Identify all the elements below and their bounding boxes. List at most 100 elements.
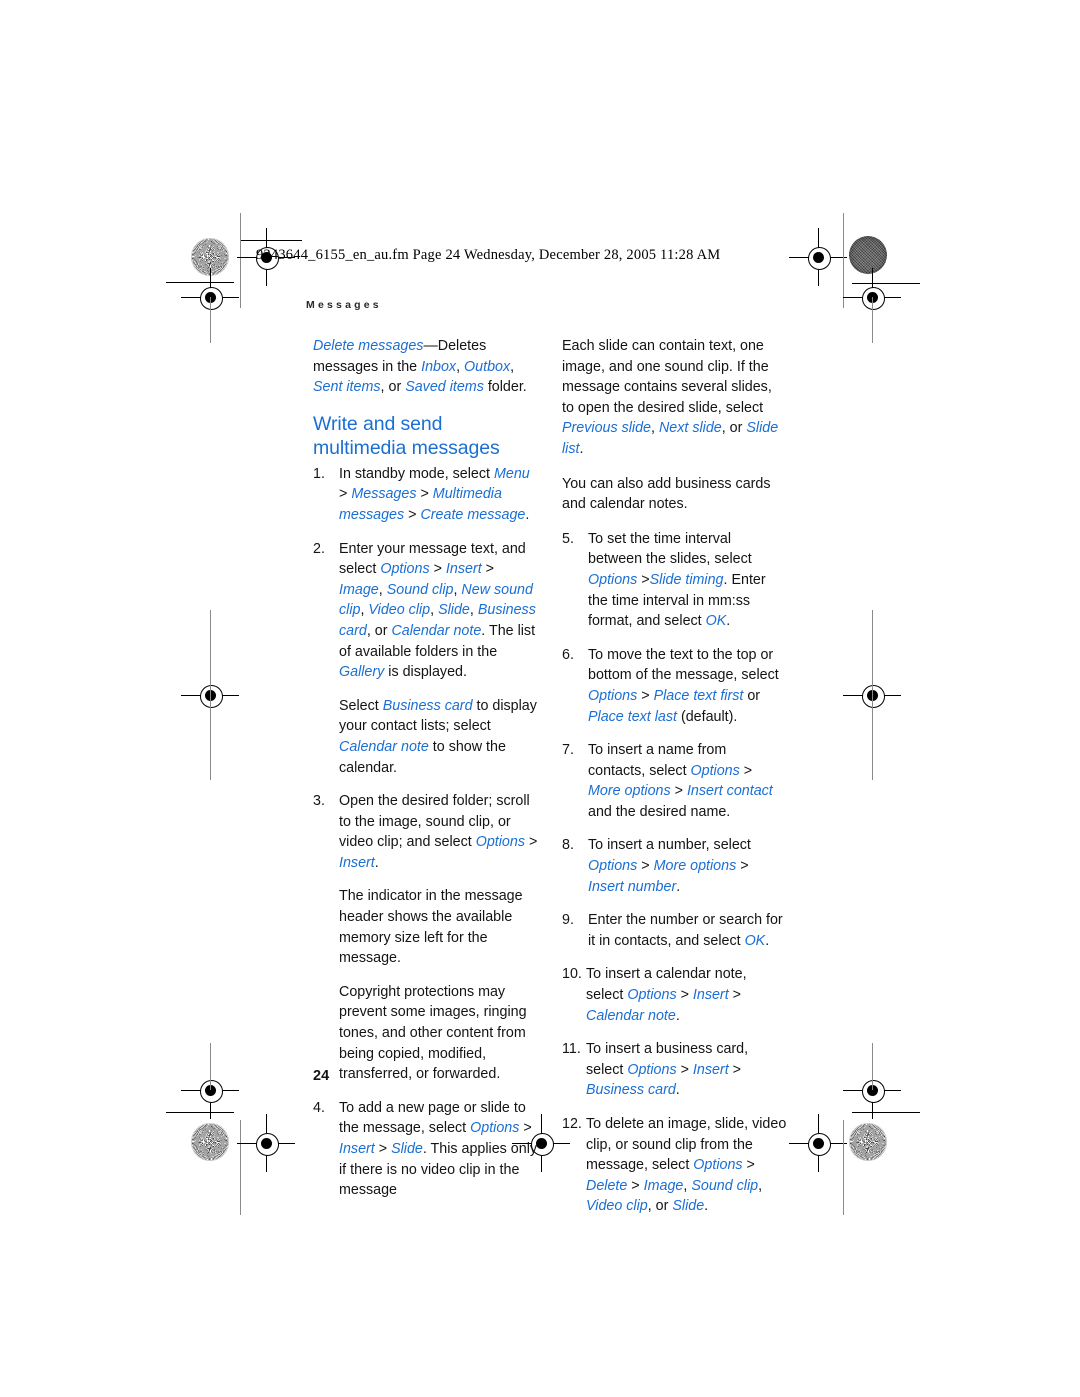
step-item: 5. To set the time interval between the s…: [562, 529, 787, 632]
step-sub-paragraph: Select Business card to display your con…: [339, 696, 538, 778]
right-step7-ui-term-5: Image: [643, 1177, 684, 1194]
right-step1-text-4: or: [743, 687, 761, 704]
step-item: 2. Enter your message text, and select Op…: [313, 539, 538, 779]
registration-mark-right-upper: [843, 268, 901, 326]
ui-term-sent-items: Sent items: [313, 379, 381, 396]
right-step3-text-4: >: [736, 858, 749, 875]
right-step5-ui-term-5: Calendar note: [586, 1007, 676, 1024]
ui-term-delete-messages: Delete messages: [313, 338, 424, 354]
left-step3-ui-term-3: Insert: [339, 1141, 375, 1157]
right-step1-text-6: (default).: [677, 708, 738, 725]
step-body: Open the desired folder; scroll to the i…: [339, 791, 538, 873]
step-body: To delete an image, slide, video clip, o…: [586, 1114, 787, 1217]
left-step0-text-8: .: [525, 506, 530, 523]
trim-line-vertical-left-middle: [210, 610, 211, 780]
registration-mark-left-lower: [181, 1061, 239, 1119]
step-sub-paragraph: The indicator in the message header show…: [339, 886, 538, 968]
left-step1-text-4: >: [481, 561, 494, 578]
right-step7-ui-term-9: Video clip: [586, 1198, 648, 1215]
trim-line-vertical-right-bottom: [843, 1120, 844, 1215]
right-step0-text-0: To set the time interval between the sli…: [588, 530, 752, 568]
step-item: 12. To delete an image, slide, video clip…: [562, 1114, 787, 1217]
intro-text-8: , or: [380, 379, 406, 396]
ui-term-outbox: Outbox: [464, 358, 511, 375]
step-number: 3.: [313, 793, 325, 810]
right-step5-text-4: >: [728, 987, 741, 1004]
right-step2-ui-term-3: More options: [588, 783, 671, 800]
right-step6-text-6: .: [675, 1082, 680, 1099]
step-body: Enter the number or search for it in con…: [588, 910, 787, 951]
step-item: 4. To add a new page or slide to the mess…: [313, 1098, 538, 1201]
right-step7-ui-term-7: Sound clip: [691, 1177, 759, 1194]
right-step5-text-2: >: [676, 987, 693, 1004]
left-step3-text-2: >: [519, 1120, 532, 1137]
right-step6-ui-term-1: Options: [627, 1061, 677, 1078]
right-step3-ui-term-3: More options: [653, 858, 737, 875]
right-step6-ui-term-5: Business card: [586, 1082, 676, 1099]
right-step0-ui-term-1: Options: [588, 571, 638, 588]
right-step7-ui-term-11: Slide: [672, 1198, 705, 1215]
left-step1-ui-term-1: Options: [380, 561, 430, 578]
right-step1-ui-term-5: Place text last: [588, 708, 677, 725]
right-step7-text-10: , or: [647, 1198, 673, 1215]
right-step7-text-4: >: [627, 1177, 644, 1194]
step-body: In standby mode, select Menu > Messages …: [339, 464, 538, 526]
left-steps-list: 1. In standby mode, select Menu > Message…: [313, 464, 538, 1201]
step-item: 3. Open the desired folder; scroll to the…: [313, 791, 538, 1085]
right-steps-list: 5. To set the time interval between the s…: [562, 529, 787, 1217]
right-step5-text-6: .: [675, 1007, 680, 1024]
step-body: To insert a name from contacts, select O…: [588, 740, 787, 822]
step-number: 5.: [562, 530, 574, 547]
left-step1-text-14: ,: [469, 602, 478, 619]
right-step4-text-2: .: [765, 932, 770, 949]
left-step1-sub0-ui-term-3: Calendar note: [339, 738, 429, 755]
left-step1-ui-term-7: Sound clip: [386, 581, 454, 598]
density-patch-top-right: [849, 236, 887, 274]
right-step3-text-0: To insert a number, select: [588, 837, 751, 854]
intro-text-10: folder.: [483, 379, 527, 396]
print-marks-layer: [0, 0, 1080, 1397]
step-body: To insert a calendar note, select Option…: [586, 964, 787, 1026]
right-step2-text-4: >: [670, 783, 687, 800]
file-timestamp-banner: 9243644_6155_en_au.fm Page 24 Wednesday,…: [256, 247, 721, 263]
step-item: 10. To insert a calendar note, select Opt…: [562, 964, 787, 1026]
trim-line-vertical-left-lower: [210, 1043, 211, 1090]
ui-term-saved-items: Saved items: [405, 379, 484, 396]
right-step7-text-12: .: [704, 1198, 709, 1215]
left-step2-sub1-text-0: Copyright protections may prevent some i…: [339, 983, 527, 1083]
trim-line-vertical-right-top: [843, 213, 844, 308]
right-step7-text-2: >: [742, 1157, 755, 1174]
right-step3-ui-term-1: Options: [588, 858, 638, 875]
delete-messages-paragraph: Delete messages—Deletes messages in the …: [313, 336, 538, 398]
step-number: 11.: [562, 1041, 581, 1058]
trim-line-vertical-left-upper: [210, 297, 211, 343]
registration-mark-right-middle: [843, 666, 901, 724]
right-lead0-ui-term-1: Previous slide: [562, 420, 651, 437]
registration-mark-right-lower: [843, 1061, 901, 1119]
step-body: To set the time interval between the sli…: [588, 529, 787, 632]
left-step3-text-4: >: [374, 1141, 392, 1157]
trim-line-vertical-right-upper: [872, 297, 873, 343]
page-number: 24: [313, 1068, 330, 1084]
step-body: To insert a number, select Options > Mor…: [588, 835, 787, 897]
step-item: 1. In standby mode, select Menu > Message…: [313, 464, 538, 526]
left-step0-text-0: In standby mode, select: [339, 465, 494, 482]
starburst-calibration-mark-bottom-left: [191, 1123, 229, 1161]
left-step2-sub0-text-0: The indicator in the message header show…: [339, 888, 523, 967]
trim-rule-top-left: [240, 240, 302, 241]
right-step6-text-4: >: [728, 1061, 741, 1078]
trim-rule-right-lower: [852, 1112, 920, 1113]
step-item: 6. To move the text to the top or bottom …: [562, 645, 787, 727]
right-step2-ui-term-1: Options: [690, 762, 740, 779]
left-step0-ui-term-7: Create message: [420, 506, 526, 523]
left-step2-text-4: .: [374, 854, 379, 871]
right-step2-text-2: >: [739, 762, 753, 779]
trim-line-vertical-left-top: [240, 213, 241, 308]
right-step0-text-2: >: [637, 571, 650, 588]
right-step1-ui-term-1: Options: [588, 687, 638, 704]
intro-text-6: ,: [510, 358, 515, 375]
trim-rule-right-upper: [852, 283, 920, 284]
right-text-column: Each slide can contain text, one image, …: [562, 336, 787, 1230]
step-item: 11. To insert a business card, select Opt…: [562, 1039, 787, 1101]
right-step1-text-2: >: [637, 687, 654, 704]
